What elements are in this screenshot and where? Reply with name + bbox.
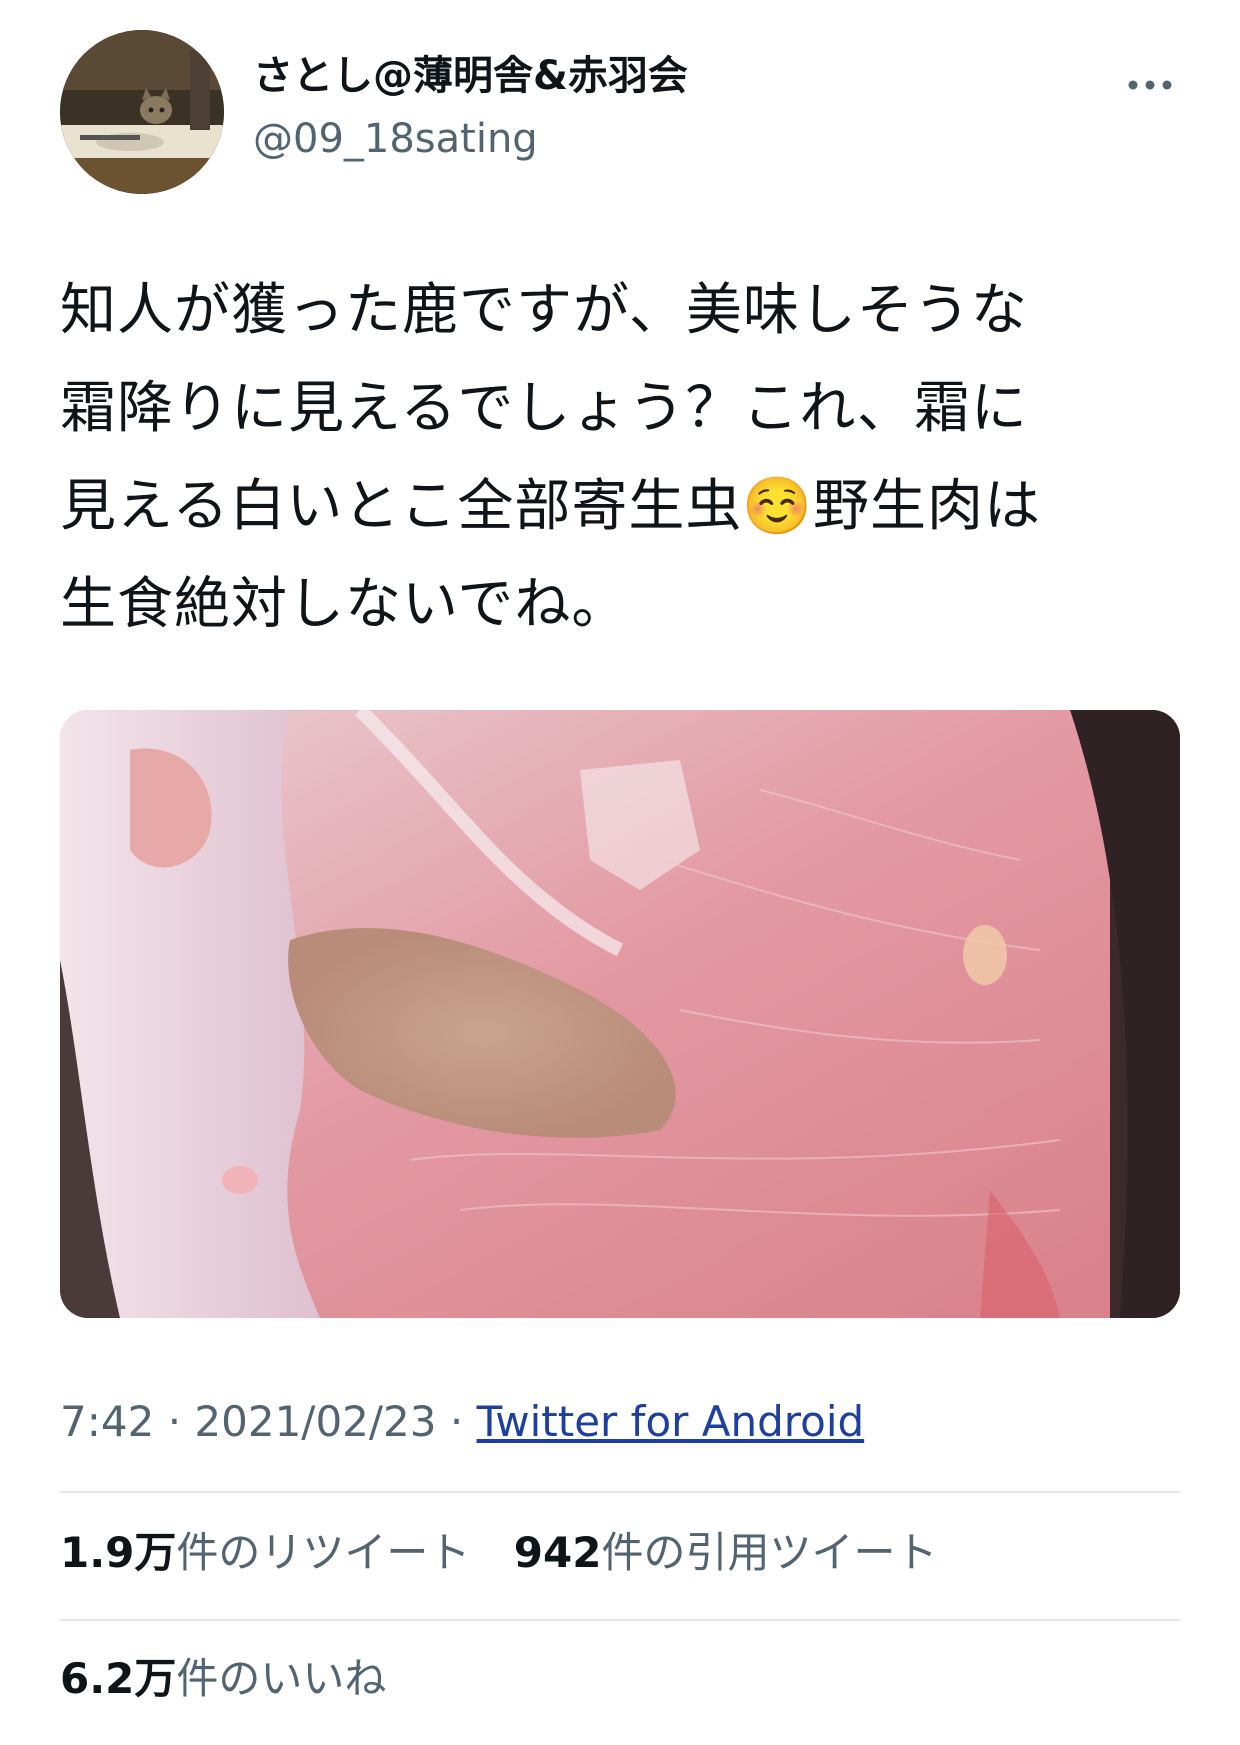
retweets-count: 1.9万 bbox=[60, 1528, 177, 1577]
engagement-stats: 1.9万件のリツイート 942件の引用ツイート bbox=[60, 1528, 967, 1578]
tweet-meta: 7:42 · 2021/02/23 · Twitter for Android bbox=[60, 1397, 864, 1447]
quotes-count: 942 bbox=[513, 1528, 602, 1577]
more-options-button[interactable] bbox=[1120, 70, 1180, 100]
retweets-stat[interactable]: 1.9万件のリツイート bbox=[60, 1528, 470, 1578]
user-handle[interactable]: @09_18sating bbox=[253, 115, 538, 163]
quote-tweets-stat[interactable]: 942件の引用ツイート bbox=[514, 1528, 938, 1578]
likes-count: 6.2万 bbox=[60, 1654, 177, 1703]
divider bbox=[60, 1619, 1180, 1621]
avatar-image bbox=[60, 30, 224, 194]
tweet-media-photo[interactable] bbox=[60, 710, 1180, 1318]
divider bbox=[60, 1491, 1180, 1493]
meat-photo bbox=[60, 710, 1180, 1318]
quotes-label: 件の引用ツイート bbox=[601, 1528, 938, 1577]
retweets-label: 件のリツイート bbox=[176, 1528, 471, 1577]
tweet-text: 知人が獲った鹿ですが、美味しそうな 霜降りに見えるでしょう？これ、霜に 見える白… bbox=[60, 278, 1042, 637]
meta-separator: · bbox=[167, 1397, 182, 1446]
display-name[interactable]: さとし@薄明舎&赤羽会 bbox=[253, 52, 688, 100]
avatar[interactable] bbox=[60, 30, 224, 194]
tweet-date[interactable]: 2021/02/23 bbox=[194, 1397, 436, 1446]
meta-separator: · bbox=[449, 1397, 464, 1446]
likes-stat[interactable]: 6.2万件のいいね bbox=[60, 1654, 386, 1704]
likes-label: 件のいいね bbox=[176, 1654, 387, 1703]
more-horizontal-icon bbox=[1128, 80, 1172, 90]
likes-stats: 6.2万件のいいね bbox=[60, 1654, 416, 1704]
tweet-source-link[interactable]: Twitter for Android bbox=[477, 1397, 865, 1446]
tweet-time[interactable]: 7:42 bbox=[60, 1397, 154, 1446]
tweet: さとし@薄明舎&赤羽会 @09_18sating 知人が獲った鹿ですが、美味しそ… bbox=[0, 0, 1240, 1745]
